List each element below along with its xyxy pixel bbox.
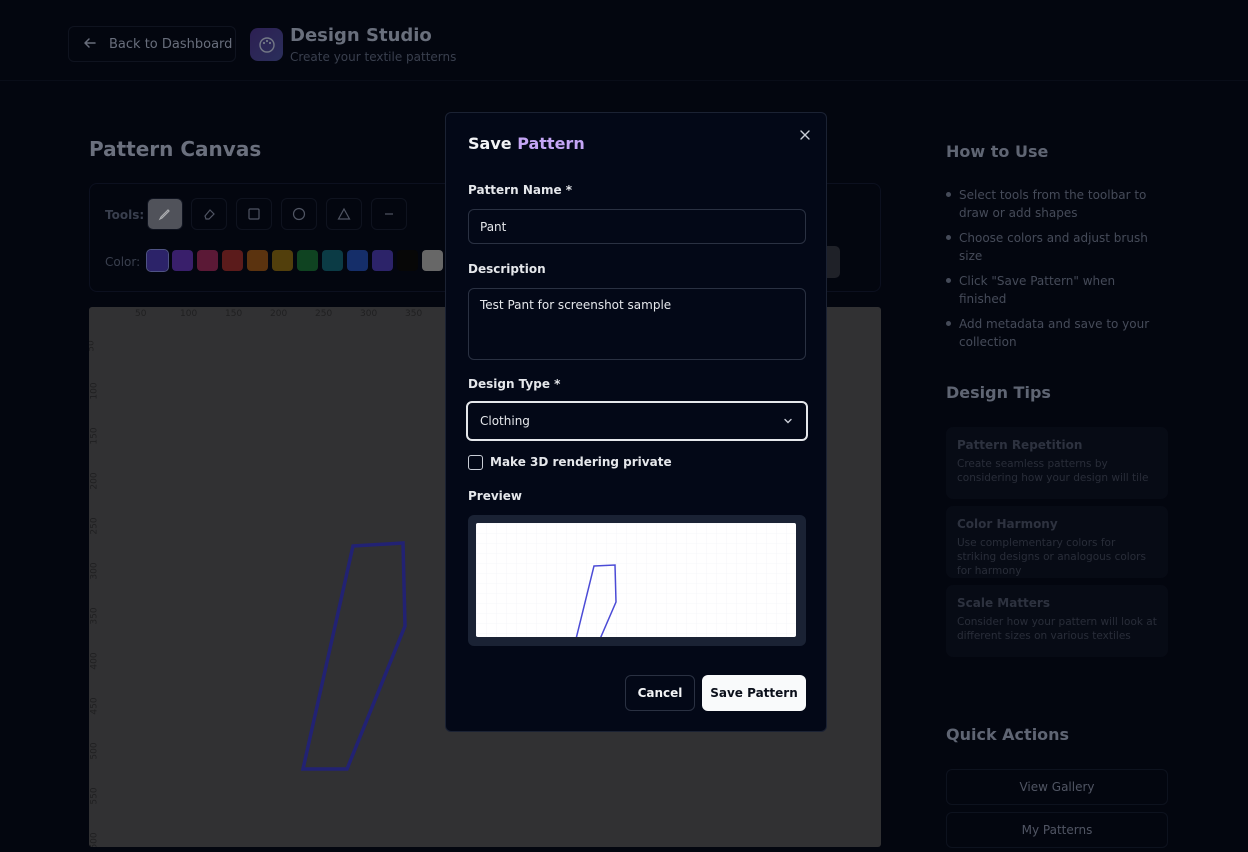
description-textarea[interactable]: Test Pant for screenshot sample: [468, 288, 806, 360]
design-type-label: Design Type *: [468, 377, 561, 391]
design-type-value: Clothing: [480, 414, 530, 428]
preview-drawing: [476, 523, 796, 637]
cancel-button[interactable]: Cancel: [625, 675, 695, 711]
private-render-label: Make 3D rendering private: [490, 455, 672, 469]
preview-container: [468, 515, 806, 646]
dialog-title-text: Save: [468, 134, 512, 153]
close-icon[interactable]: [798, 127, 812, 141]
private-render-checkbox[interactable]: [468, 455, 483, 470]
description-label: Description: [468, 262, 546, 276]
pattern-name-input[interactable]: Pant: [468, 209, 806, 244]
dialog-title: Save Pattern: [468, 134, 585, 153]
design-type-select[interactable]: Clothing: [466, 401, 808, 441]
save-pattern-button[interactable]: Save Pattern: [702, 675, 806, 711]
preview-image: [476, 523, 796, 637]
pattern-name-label: Pattern Name *: [468, 183, 573, 197]
preview-label: Preview: [468, 489, 523, 503]
dialog-title-accent: Pattern: [517, 134, 585, 153]
chevron-down-icon: [782, 415, 794, 430]
save-pattern-dialog: Save Pattern Pattern Name * Pant Descrip…: [445, 112, 827, 732]
